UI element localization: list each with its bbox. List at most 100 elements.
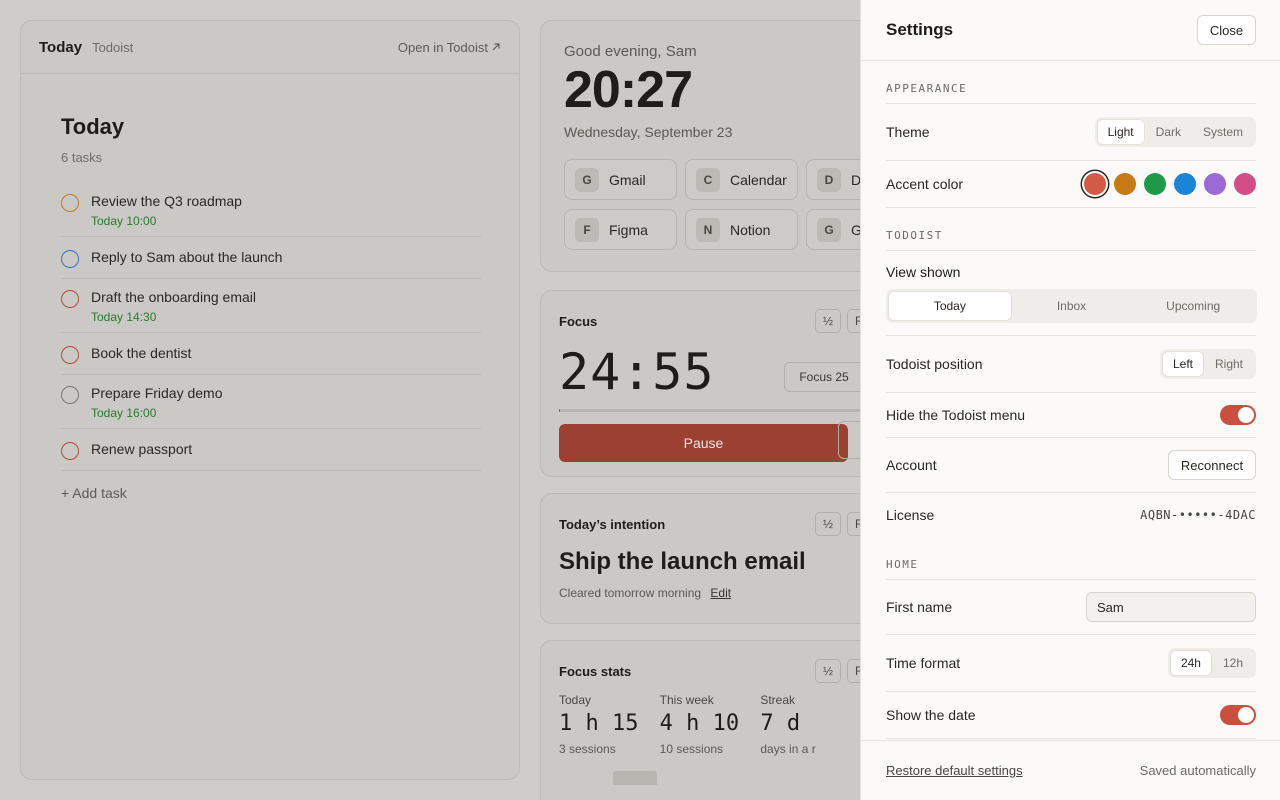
quick-link[interactable]: N Notion (685, 209, 798, 250)
quick-link[interactable]: C Calendar (685, 159, 798, 200)
theme-option-dark[interactable]: Dark (1146, 120, 1191, 144)
accent-row: Accent color (886, 161, 1256, 208)
task-due: Today 14:30 (91, 310, 157, 324)
accent-swatch[interactable] (1204, 173, 1226, 195)
time-format-option-12h[interactable]: 12h (1213, 651, 1253, 675)
quick-link-name: Figma (609, 221, 648, 238)
task-checkbox[interactable] (61, 290, 79, 308)
first-name-input[interactable] (1086, 592, 1256, 622)
settings-drawer: Settings Close APPEARANCE Theme Light Dar… (860, 0, 1280, 800)
intention-edit-link[interactable]: Edit (710, 586, 731, 600)
task-item[interactable]: Review the Q3 roadmap Today 10:00 (61, 183, 481, 237)
task-title: Renew passport (91, 441, 193, 457)
theme-option-light[interactable]: Light (1097, 120, 1144, 144)
open-in-todoist-link[interactable]: Open in Todoist (398, 40, 501, 55)
accent-swatch[interactable] (1234, 173, 1256, 195)
stats-row: Today 1 h 15 3 sessions This week 4 h 10 10 s… (559, 693, 861, 756)
accent-swatch[interactable] (1144, 173, 1166, 195)
quick-link-letter-icon: D (817, 167, 841, 192)
close-button[interactable]: Close (1197, 15, 1256, 45)
stat-value: 7 d (760, 711, 801, 736)
task-checkbox[interactable] (61, 346, 79, 364)
theme-row: Theme Light Dark System (886, 104, 1256, 161)
stat-label: Today (559, 693, 592, 707)
task-item[interactable]: Draft the onboarding email Today 14:30 (61, 279, 481, 333)
quick-link-name: Calendar (730, 171, 787, 188)
license-row: License AQBN-•••••-4DAC (886, 493, 1256, 537)
toggle-knob (1238, 407, 1254, 423)
intention-half-width-button[interactable]: ½ (815, 512, 841, 536)
hide-menu-row: Hide the Todoist menu (886, 393, 1256, 438)
accent-swatches (1084, 173, 1256, 195)
focus-card: Focus ½ R 24:55 Focus 25 Pause (540, 290, 880, 477)
task-list: Review the Q3 roadmap Today 10:00 Reply to… (61, 183, 481, 471)
position-option-right[interactable]: Right (1205, 352, 1253, 376)
task-count: 6 tasks (61, 150, 103, 165)
time-format-label: Time format (886, 655, 961, 671)
task-checkbox[interactable] (61, 386, 79, 404)
quick-link-letter-icon: N (696, 217, 720, 242)
time-format-row: Time format 24h 12h (886, 635, 1256, 692)
quick-link[interactable]: F Figma (564, 209, 677, 250)
focus-half-width-button[interactable]: ½ (815, 309, 841, 333)
accent-swatch[interactable] (1114, 173, 1136, 195)
stats-half-width-button[interactable]: ½ (815, 659, 841, 683)
quick-link-letter-icon: G (817, 217, 841, 242)
license-value: AQBN-•••••-4DAC (1140, 508, 1256, 522)
accent-label: Accent color (886, 176, 964, 192)
reconnect-button[interactable]: Reconnect (1168, 450, 1256, 480)
stat-item: This week 4 h 10 10 sessions (660, 693, 761, 756)
view-option-upcoming[interactable]: Upcoming (1132, 292, 1254, 320)
stat-sub: 10 sessions (659, 742, 724, 756)
focus-stats-card: Focus stats ½ R Today1 h 153 sessionsThi… (540, 640, 880, 800)
task-title: Book the dentist (91, 345, 192, 361)
hide-menu-toggle[interactable] (1220, 405, 1256, 425)
section-home: HOME (886, 537, 1256, 580)
greeting-card: Good evening, Sam 20:27 Wednesday, Septe… (540, 20, 880, 272)
task-item[interactable]: Reply to Sam about the launch (61, 237, 481, 279)
view-option-today[interactable]: Today (889, 292, 1011, 320)
scroll-handle[interactable] (613, 771, 657, 785)
task-checkbox[interactable] (61, 194, 79, 212)
account-label: Account (886, 457, 937, 473)
time-format-option-24h[interactable]: 24h (1170, 651, 1211, 675)
settings-footer: Restore default settings Saved automatic… (861, 740, 1280, 800)
quick-link-name: Notion (730, 221, 771, 238)
section-appearance: APPEARANCE (886, 61, 1256, 104)
todoist-header-title: Today (39, 38, 83, 56)
position-option-left[interactable]: Left (1162, 352, 1203, 376)
quick-link-letter-icon: G (575, 167, 599, 192)
add-task-button[interactable]: + Add task (61, 485, 479, 501)
todoist-header: Today Todoist Open in Todoist (21, 21, 519, 74)
show-date-row: Show the date (886, 692, 1256, 739)
accent-swatch[interactable] (1174, 173, 1196, 195)
theme-label: Theme (886, 124, 930, 140)
account-row: Account Reconnect (886, 438, 1256, 493)
focus-progress-bar (559, 409, 879, 412)
position-row: Todoist position Left Right (886, 336, 1256, 393)
view-option-inbox[interactable]: Inbox (1011, 292, 1133, 320)
accent-swatch[interactable] (1084, 173, 1106, 195)
quick-link-letter-icon: F (575, 217, 599, 242)
stat-label: Streak (760, 693, 796, 707)
toggle-knob (1238, 707, 1254, 723)
quick-link[interactable]: G Gmail (564, 159, 677, 200)
theme-option-system[interactable]: System (1193, 120, 1253, 144)
task-checkbox[interactable] (61, 442, 79, 460)
focus-preset-button[interactable]: Focus 25 (784, 362, 864, 392)
hide-menu-label: Hide the Todoist menu (886, 407, 1026, 423)
saved-status: Saved automatically (1139, 763, 1256, 778)
show-date-toggle[interactable] (1220, 705, 1256, 725)
pause-button[interactable]: Pause (559, 424, 848, 462)
intention-text: Ship the launch email (559, 548, 806, 575)
first-name-row: First name (886, 580, 1256, 635)
task-item[interactable]: Prepare Friday demo Today 16:00 (61, 375, 481, 429)
task-item[interactable]: Renew passport (61, 429, 481, 471)
task-item[interactable]: Book the dentist (61, 333, 481, 375)
task-title: Review the Q3 roadmap (91, 193, 242, 209)
todoist-header-app: Todoist (92, 39, 134, 55)
quick-link-name: Gmail (609, 171, 646, 188)
stat-label: This week (659, 693, 714, 707)
task-checkbox[interactable] (61, 250, 79, 268)
restore-defaults-link[interactable]: Restore default settings (886, 763, 1023, 778)
